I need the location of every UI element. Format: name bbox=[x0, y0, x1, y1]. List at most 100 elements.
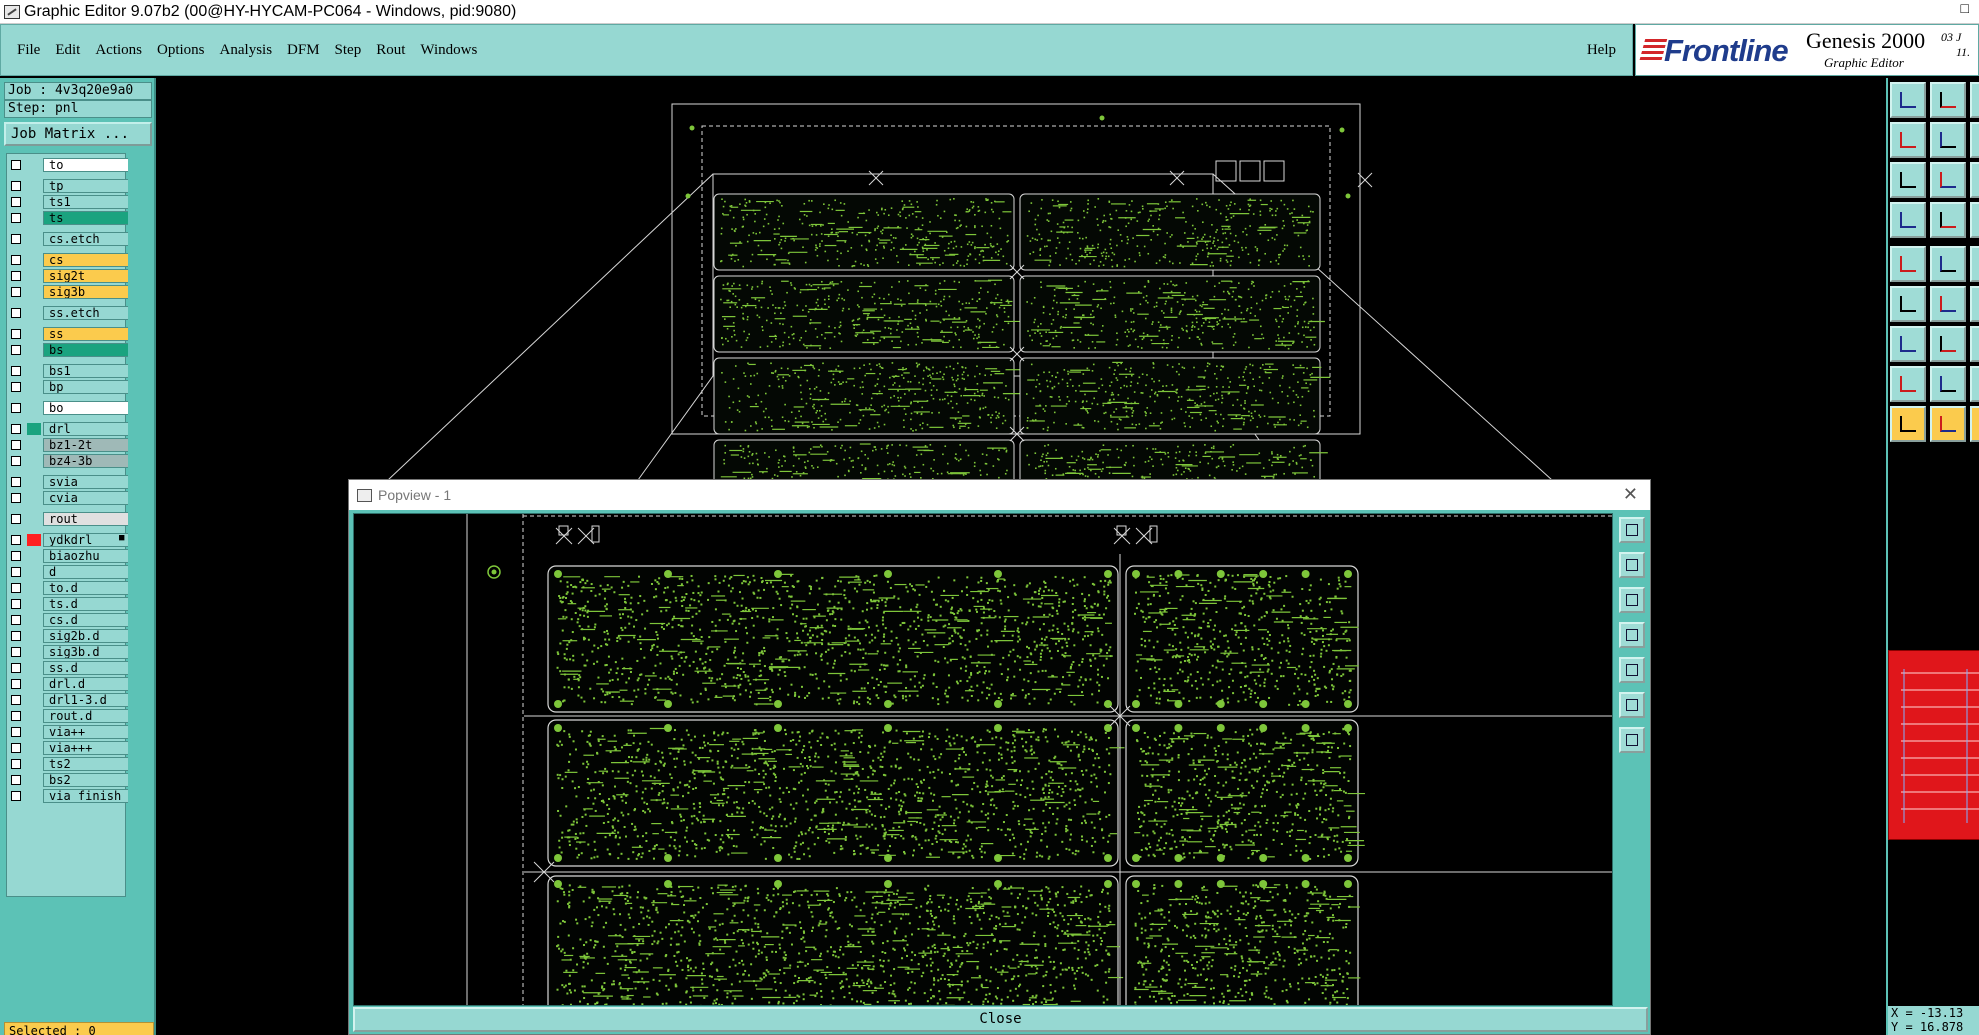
layer-name[interactable]: sig2t bbox=[43, 269, 129, 283]
layer-checkbox[interactable] bbox=[11, 631, 21, 641]
pan-left-tool-button[interactable] bbox=[1970, 82, 1979, 118]
layer-name[interactable]: sig3b.d bbox=[43, 645, 129, 659]
layer-row[interactable]: drl1-3.d bbox=[7, 693, 129, 707]
job-matrix-button[interactable]: Job Matrix ... bbox=[4, 122, 152, 146]
measure-tool-button[interactable] bbox=[1970, 162, 1979, 198]
layer-checkbox[interactable] bbox=[11, 382, 21, 392]
layer-row[interactable]: drl bbox=[7, 422, 129, 436]
layer-name[interactable]: rout bbox=[43, 512, 129, 526]
layer-row[interactable]: rout.d bbox=[7, 709, 129, 723]
layer-row[interactable]: sig3b bbox=[7, 285, 129, 299]
layer-checkbox[interactable] bbox=[11, 255, 21, 265]
layer-checkbox[interactable] bbox=[11, 424, 21, 434]
menu-rout[interactable]: Rout bbox=[376, 42, 405, 59]
layer-row[interactable]: bs1 bbox=[7, 364, 129, 378]
layer-name[interactable]: drl bbox=[43, 422, 129, 436]
menu-dfm[interactable]: DFM bbox=[287, 42, 320, 59]
overview-map[interactable] bbox=[1888, 650, 1979, 840]
zoom-home-tool-button[interactable] bbox=[1970, 122, 1979, 158]
layer-row[interactable]: drl.d bbox=[7, 677, 129, 691]
angle-tool-button[interactable] bbox=[1890, 286, 1926, 322]
layer-checkbox[interactable] bbox=[11, 615, 21, 625]
layer-row[interactable]: via++ bbox=[7, 725, 129, 739]
layer-row[interactable]: ydkdrl ■ bbox=[7, 533, 129, 547]
layer-checkbox[interactable] bbox=[11, 647, 21, 657]
lasso-tool-button[interactable] bbox=[1970, 406, 1979, 442]
menu-edit[interactable]: Edit bbox=[55, 42, 80, 59]
layer-name[interactable]: bz4-3b bbox=[43, 454, 129, 468]
layer-row[interactable]: biaozhu bbox=[7, 549, 129, 563]
layer-checkbox[interactable] bbox=[11, 711, 21, 721]
layer-name[interactable]: cs bbox=[43, 253, 129, 267]
layer-name[interactable]: via++ bbox=[43, 725, 129, 739]
zoom-fit-tool-button[interactable] bbox=[1930, 122, 1966, 158]
layer-row[interactable]: sig3b.d bbox=[7, 645, 129, 659]
layer-checkbox[interactable] bbox=[11, 181, 21, 191]
layer-checkbox[interactable] bbox=[11, 456, 21, 466]
layer-checkbox[interactable] bbox=[11, 493, 21, 503]
layer-checkbox[interactable] bbox=[11, 271, 21, 281]
layer-row[interactable]: cs.d bbox=[7, 613, 129, 627]
layer-name[interactable]: ts1 bbox=[43, 195, 129, 209]
layer-row[interactable]: svia bbox=[7, 475, 129, 489]
close-icon[interactable]: ✕ bbox=[1623, 484, 1638, 505]
layer-name[interactable]: d bbox=[43, 565, 129, 579]
layer-checkbox[interactable] bbox=[11, 440, 21, 450]
layer-row[interactable]: d bbox=[7, 565, 129, 579]
layer-row[interactable]: ts2 bbox=[7, 757, 129, 771]
arc-tool-button[interactable] bbox=[1970, 202, 1979, 238]
grid-tool-button[interactable] bbox=[1930, 162, 1966, 198]
layer-name[interactable]: ts.d bbox=[43, 597, 129, 611]
layer-name[interactable]: sig3b bbox=[43, 285, 129, 299]
layer-row[interactable]: bz1-2t bbox=[7, 438, 129, 452]
layer-checkbox[interactable] bbox=[11, 366, 21, 376]
layer-name[interactable]: ss.d bbox=[43, 661, 129, 675]
layer-row[interactable]: cvia bbox=[7, 491, 129, 505]
layer-row[interactable]: bs2 bbox=[7, 773, 129, 787]
line-tool-button[interactable] bbox=[1930, 286, 1966, 322]
layer-checkbox[interactable] bbox=[11, 403, 21, 413]
arrow-tool-tool-button[interactable] bbox=[1970, 246, 1979, 282]
layer-checkbox[interactable] bbox=[11, 583, 21, 593]
layer-name[interactable]: drl.d bbox=[43, 677, 129, 691]
layer-row[interactable]: tp bbox=[7, 179, 129, 193]
layer-name[interactable]: bp bbox=[43, 380, 129, 394]
layer-name[interactable]: svia bbox=[43, 475, 129, 489]
layer-name[interactable]: ts bbox=[43, 211, 129, 225]
cut-tool-button[interactable] bbox=[1970, 366, 1979, 402]
pointer-tool-button[interactable] bbox=[1890, 406, 1926, 442]
layer-row[interactable]: ts bbox=[7, 211, 129, 225]
point-tool-button[interactable] bbox=[1890, 326, 1926, 362]
layer-name[interactable]: bs bbox=[43, 343, 129, 357]
layer-row[interactable]: ss.etch bbox=[7, 306, 129, 320]
layer-row[interactable]: sig2b.d bbox=[7, 629, 129, 643]
layer-name[interactable]: via_finish_ bbox=[43, 789, 129, 803]
layer-row[interactable]: sig2t bbox=[7, 269, 129, 283]
layer-list-scrollbar[interactable] bbox=[128, 153, 152, 897]
layer-name[interactable]: ss.etch bbox=[43, 306, 129, 320]
layer-row[interactable]: to bbox=[7, 158, 129, 172]
layer-name[interactable]: ydkdrl bbox=[43, 533, 129, 547]
layer-checkbox[interactable] bbox=[11, 308, 21, 318]
layer-row[interactable]: bo bbox=[7, 401, 129, 415]
layer-row[interactable]: via+++ bbox=[7, 741, 129, 755]
layer-checkbox[interactable] bbox=[11, 197, 21, 207]
triangle-outline-tool-button[interactable] bbox=[1930, 366, 1966, 402]
layer-name[interactable]: to.d bbox=[43, 581, 129, 595]
menu-actions[interactable]: Actions bbox=[95, 42, 142, 59]
layer-name[interactable]: bz1-2t bbox=[43, 438, 129, 452]
layer-checkbox[interactable] bbox=[11, 743, 21, 753]
menu-file[interactable]: File bbox=[17, 42, 40, 59]
layer-row[interactable]: ts.d bbox=[7, 597, 129, 611]
layer-name[interactable]: bo bbox=[43, 401, 129, 415]
layer-row[interactable]: bp bbox=[7, 380, 129, 394]
menu-help[interactable]: Help bbox=[1587, 42, 1616, 59]
popview-canvas[interactable] bbox=[353, 513, 1613, 1006]
layer-checkbox[interactable] bbox=[11, 535, 21, 545]
layer-name[interactable]: drl1-3.d bbox=[43, 693, 129, 707]
layer-checkbox[interactable] bbox=[11, 234, 21, 244]
layer-checkbox[interactable] bbox=[11, 551, 21, 561]
layer-name[interactable]: via+++ bbox=[43, 741, 129, 755]
menu-options[interactable]: Options bbox=[157, 42, 205, 59]
pan-up-tool-button[interactable] bbox=[1890, 82, 1926, 118]
